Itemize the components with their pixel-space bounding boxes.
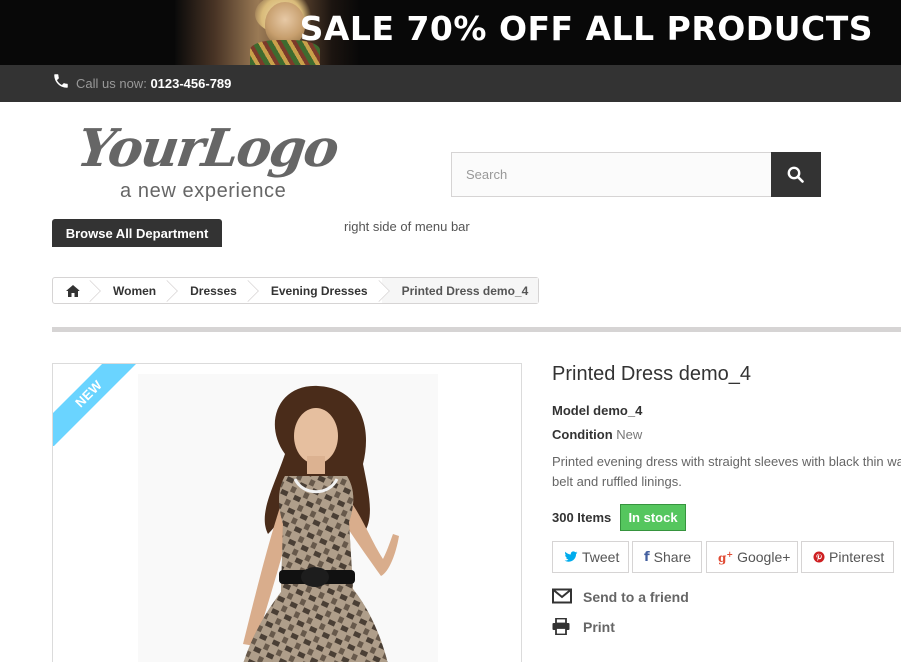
- product-description: Printed evening dress with straight slee…: [552, 454, 901, 489]
- search-input[interactable]: [451, 152, 772, 197]
- condition-value: New: [616, 427, 643, 442]
- site-logo[interactable]: YourLogo a new experience: [74, 118, 368, 210]
- search-button[interactable]: [771, 152, 821, 197]
- breadcrumb-current: Printed Dress demo_4: [381, 278, 539, 303]
- sale-banner[interactable]: SALE 70% OFF ALL PRODUCTS: [0, 0, 901, 65]
- call-us-text: Call us now: 0123-456-789: [76, 76, 231, 91]
- send-to-friend-label: Send to a friend: [583, 589, 689, 605]
- phone-number: 0123-456-789: [150, 76, 232, 91]
- phone-icon: [54, 74, 68, 88]
- breadcrumb-label: Dresses: [190, 283, 237, 298]
- product-title: Printed Dress demo_4: [552, 363, 751, 385]
- tweet-button[interactable]: Tweet: [552, 541, 629, 573]
- new-ribbon: NEW: [53, 364, 137, 446]
- product-quantity: 300 Items: [552, 510, 612, 525]
- logo-tagline: a new experience: [120, 180, 287, 202]
- condition-label: Condition: [552, 427, 613, 442]
- print-label: Print: [583, 619, 615, 635]
- search-icon: [787, 166, 804, 183]
- printer-icon: [552, 618, 570, 635]
- product-image[interactable]: NEW: [52, 363, 522, 662]
- browse-all-department-button[interactable]: Browse All Department: [52, 219, 222, 247]
- pinterest-button[interactable]: Pinterest: [801, 541, 894, 573]
- call-us-label: Call us now:: [76, 76, 147, 91]
- pinterest-label: Pinterest: [829, 549, 885, 565]
- logo-wordmark: YourLogo: [73, 118, 342, 179]
- product-model: Model demo_4: [552, 403, 643, 418]
- breadcrumb-label: Women: [113, 283, 157, 298]
- new-ribbon-label: NEW: [53, 364, 137, 446]
- share-label: Share: [653, 549, 692, 565]
- breadcrumb-item-evening-dresses[interactable]: Evening Dresses: [251, 278, 390, 303]
- facebook-share-button[interactable]: f Share: [632, 541, 702, 573]
- breadcrumb: Women Dresses Evening Dresses Printed Dr…: [52, 277, 540, 304]
- banner-text: SALE 70% OFF ALL PRODUCTS: [299, 9, 873, 48]
- section-divider: [52, 327, 901, 332]
- menu-bar-right-text: right side of menu bar: [344, 219, 470, 234]
- product-model-photo: [243, 385, 399, 662]
- top-bar: Call us now: 0123-456-789: [0, 65, 901, 102]
- tweet-label: Tweet: [582, 549, 620, 565]
- google-plus-label: Google+: [737, 549, 791, 565]
- twitter-icon: [564, 551, 578, 562]
- facebook-icon: f: [644, 549, 650, 565]
- google-plus-button[interactable]: g+ Google+: [706, 541, 798, 573]
- product-condition: Condition New: [552, 427, 642, 442]
- breadcrumb-label: Evening Dresses: [270, 283, 368, 298]
- breadcrumb-item-women[interactable]: Women: [93, 278, 179, 303]
- envelope-icon: [552, 588, 572, 604]
- breadcrumb-home[interactable]: [53, 278, 101, 303]
- stock-badge: In stock: [620, 504, 686, 531]
- breadcrumb-item-dresses[interactable]: Dresses: [170, 278, 259, 303]
- google-plus-icon: g+: [718, 549, 734, 565]
- pinterest-icon: [813, 551, 825, 563]
- print-link[interactable]: Print: [552, 618, 642, 638]
- send-to-friend-link[interactable]: Send to a friend: [552, 588, 702, 608]
- breadcrumb-label: Printed Dress demo_4: [401, 283, 529, 298]
